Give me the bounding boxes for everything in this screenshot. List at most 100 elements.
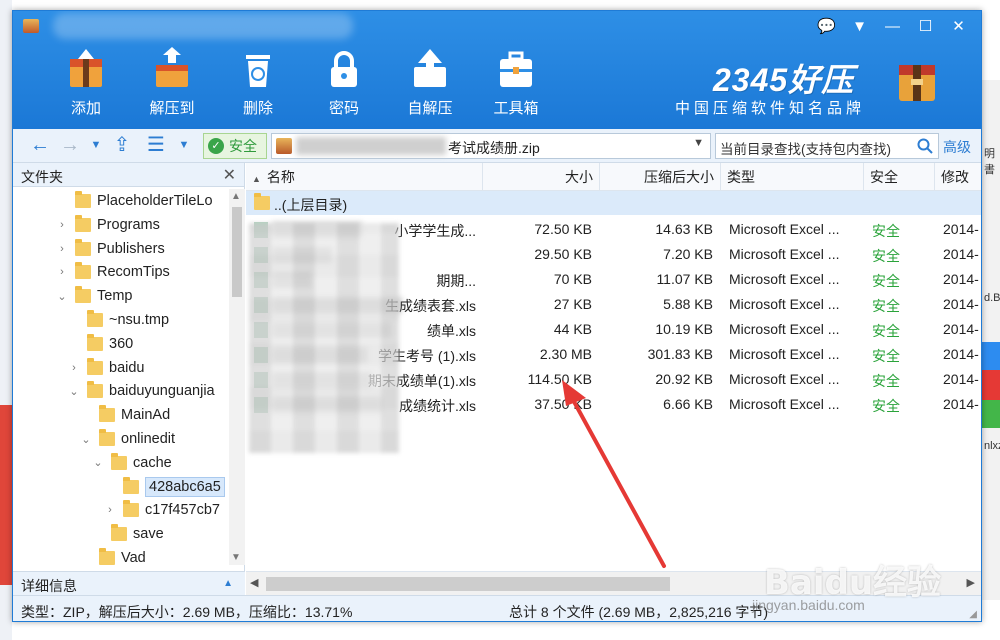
file-safety: 安全 [872,323,900,339]
add-archive-icon [70,49,102,87]
column-header-name[interactable]: ▲ 名称 [246,163,483,191]
chevron-down-icon[interactable]: ⌄ [55,290,69,303]
folder-icon [111,452,127,470]
delete-button[interactable]: 删除 [215,43,301,123]
archive-window: 💬 ▼ — ☐ ✕ 添加 解压到 删除 密码 自解压 工具箱 2345好压 中国… [12,10,982,622]
folder-icon [123,500,139,518]
scroll-up-icon[interactable]: ▲ [231,191,241,202]
view-dropdown-icon[interactable]: ▼ [171,133,197,159]
search-input[interactable]: 当前目录查找(支持包内查找) [715,133,939,159]
file-safety: 安全 [872,248,900,264]
chevron-right-icon[interactable]: › [103,504,117,516]
tree-item[interactable]: MainAd [79,403,170,427]
column-header-modified[interactable]: 修改时 [935,163,981,213]
file-size: 72.50 KB [534,221,592,237]
tree-item[interactable]: › Programs [55,213,160,237]
folder-icon [87,357,103,375]
safe-check-button[interactable]: ✓ 安全 [203,133,267,159]
password-lock-icon [331,51,357,87]
horizontal-scroll-thumb[interactable] [266,577,670,591]
search-icon[interactable] [916,137,934,155]
password-button[interactable]: 密码 [301,43,387,123]
view-list-icon[interactable]: ☰ [143,133,169,159]
tree-item[interactable]: ⌄ cache [91,451,172,475]
chevron-right-icon[interactable]: › [67,362,81,374]
tree-item[interactable]: › c17f457cb7 [103,498,220,522]
up-folder-icon[interactable]: ⇪ [109,133,135,159]
file-safety: 安全 [872,373,900,389]
column-header-packed[interactable]: 压缩后大小 [600,163,721,191]
scroll-left-icon[interactable]: ◀ [250,576,258,589]
column-header-size[interactable]: 大小 [483,163,600,191]
tree-item[interactable]: ⌄ baiduyunguanjia [67,379,215,403]
tree-item[interactable]: ⌄ onlinedit [79,427,175,451]
folder-icon [75,286,91,304]
history-dropdown-icon[interactable]: ▼ [83,133,109,159]
scroll-right-icon[interactable]: ▶ [967,576,975,589]
extract-to-button[interactable]: 解压到 [129,43,215,123]
chevron-down-icon[interactable]: ⌄ [91,456,105,469]
app-icon [23,19,39,33]
search-placeholder: 当前目录查找(支持包内查找) [720,142,891,157]
background-red-block [982,370,1000,400]
chevron-right-icon[interactable]: › [55,243,69,255]
tree-item[interactable]: 428abc6a5 [103,475,225,499]
close-button[interactable]: ✕ [942,15,975,39]
tree-scrollbar[interactable]: ▲ ▼ [229,189,245,565]
scroll-down-icon[interactable]: ▼ [231,552,241,563]
tree-item[interactable]: › RecomTips [55,260,170,284]
folder-icon [123,476,139,494]
parent-directory-row[interactable]: ..(上层目录) [246,191,981,215]
add-button[interactable]: 添加 [43,43,129,123]
tree-scroll-thumb[interactable] [232,207,242,297]
column-header-type[interactable]: 类型 [721,163,864,191]
self-extract-button[interactable]: 自解压 [387,43,473,123]
column-header-safety[interactable]: 安全 [864,163,935,191]
folder-icon [87,310,103,327]
folder-tree: PlaceholderTileLo › Programs › Publishers › Re… [13,189,229,565]
tree-item[interactable]: › baidu [67,356,144,380]
file-modified: 2014- [943,296,979,312]
file-packed-size: 10.19 KB [655,321,713,337]
address-bar: ← → ▼ ⇪ ☰ ▼ ✓ 安全 考试成绩册.zip ▼ 当前目录查找(支持包内… [13,129,981,163]
file-size: 27 KB [553,296,592,312]
archive-icon [276,138,292,154]
advanced-search-button[interactable]: 高级 [943,137,971,157]
chevron-right-icon[interactable]: › [55,219,69,231]
file-packed-size: 301.83 KB [647,346,713,362]
path-dropdown-icon[interactable]: ▼ [693,137,704,149]
tree-item[interactable]: save [91,522,164,546]
resize-grip-icon[interactable]: ◢ [969,609,977,620]
toolbox-button[interactable]: 工具箱 [473,43,559,123]
collapse-up-icon[interactable]: ▲ [223,578,233,589]
tree-item-label: ~nsu.tmp [109,312,170,328]
forward-arrow-icon[interactable]: → [57,133,83,159]
feedback-button[interactable]: 💬 [810,15,843,39]
maximize-button[interactable]: ☐ [909,15,942,39]
tree-item[interactable]: Vad [79,546,146,565]
minimize-button[interactable]: — [876,15,909,39]
chevron-down-icon[interactable]: ⌄ [67,385,81,398]
folder-icon [99,548,115,565]
tree-item-label: Vad [121,550,146,565]
back-arrow-icon[interactable]: ← [27,133,53,159]
archive-path-field[interactable]: 考试成绩册.zip ▼ [271,133,711,159]
baidu-jingyan-watermark: Baidu经验 jingyan.baidu.com [752,555,941,613]
tree-item[interactable]: ~nsu.tmp [67,308,169,332]
tree-item[interactable]: › Publishers [55,237,165,261]
file-type: Microsoft Excel ... [729,271,840,287]
menu-button[interactable]: ▼ [843,15,876,39]
window-controls: 💬 ▼ — ☐ ✕ [810,15,975,39]
tree-item[interactable]: ⌄ Temp [55,284,132,308]
tree-item[interactable]: PlaceholderTileLo [55,189,213,213]
close-icon[interactable]: ✕ [223,165,236,185]
toolbox-icon [500,51,532,87]
tree-item[interactable]: 360 [67,332,133,356]
chevron-right-icon[interactable]: › [55,266,69,278]
delete-icon [246,55,270,87]
toolbar-header: 💬 ▼ — ☐ ✕ 添加 解压到 删除 密码 自解压 工具箱 2345好压 中国… [13,11,981,129]
list-header: ▲名称 大小 压缩后大小 类型 安全 修改时 [246,163,981,213]
details-header[interactable]: 详细信息 ▲ [13,571,245,595]
chevron-down-icon[interactable]: ⌄ [79,433,93,446]
tree-item-label: Publishers [97,240,165,257]
